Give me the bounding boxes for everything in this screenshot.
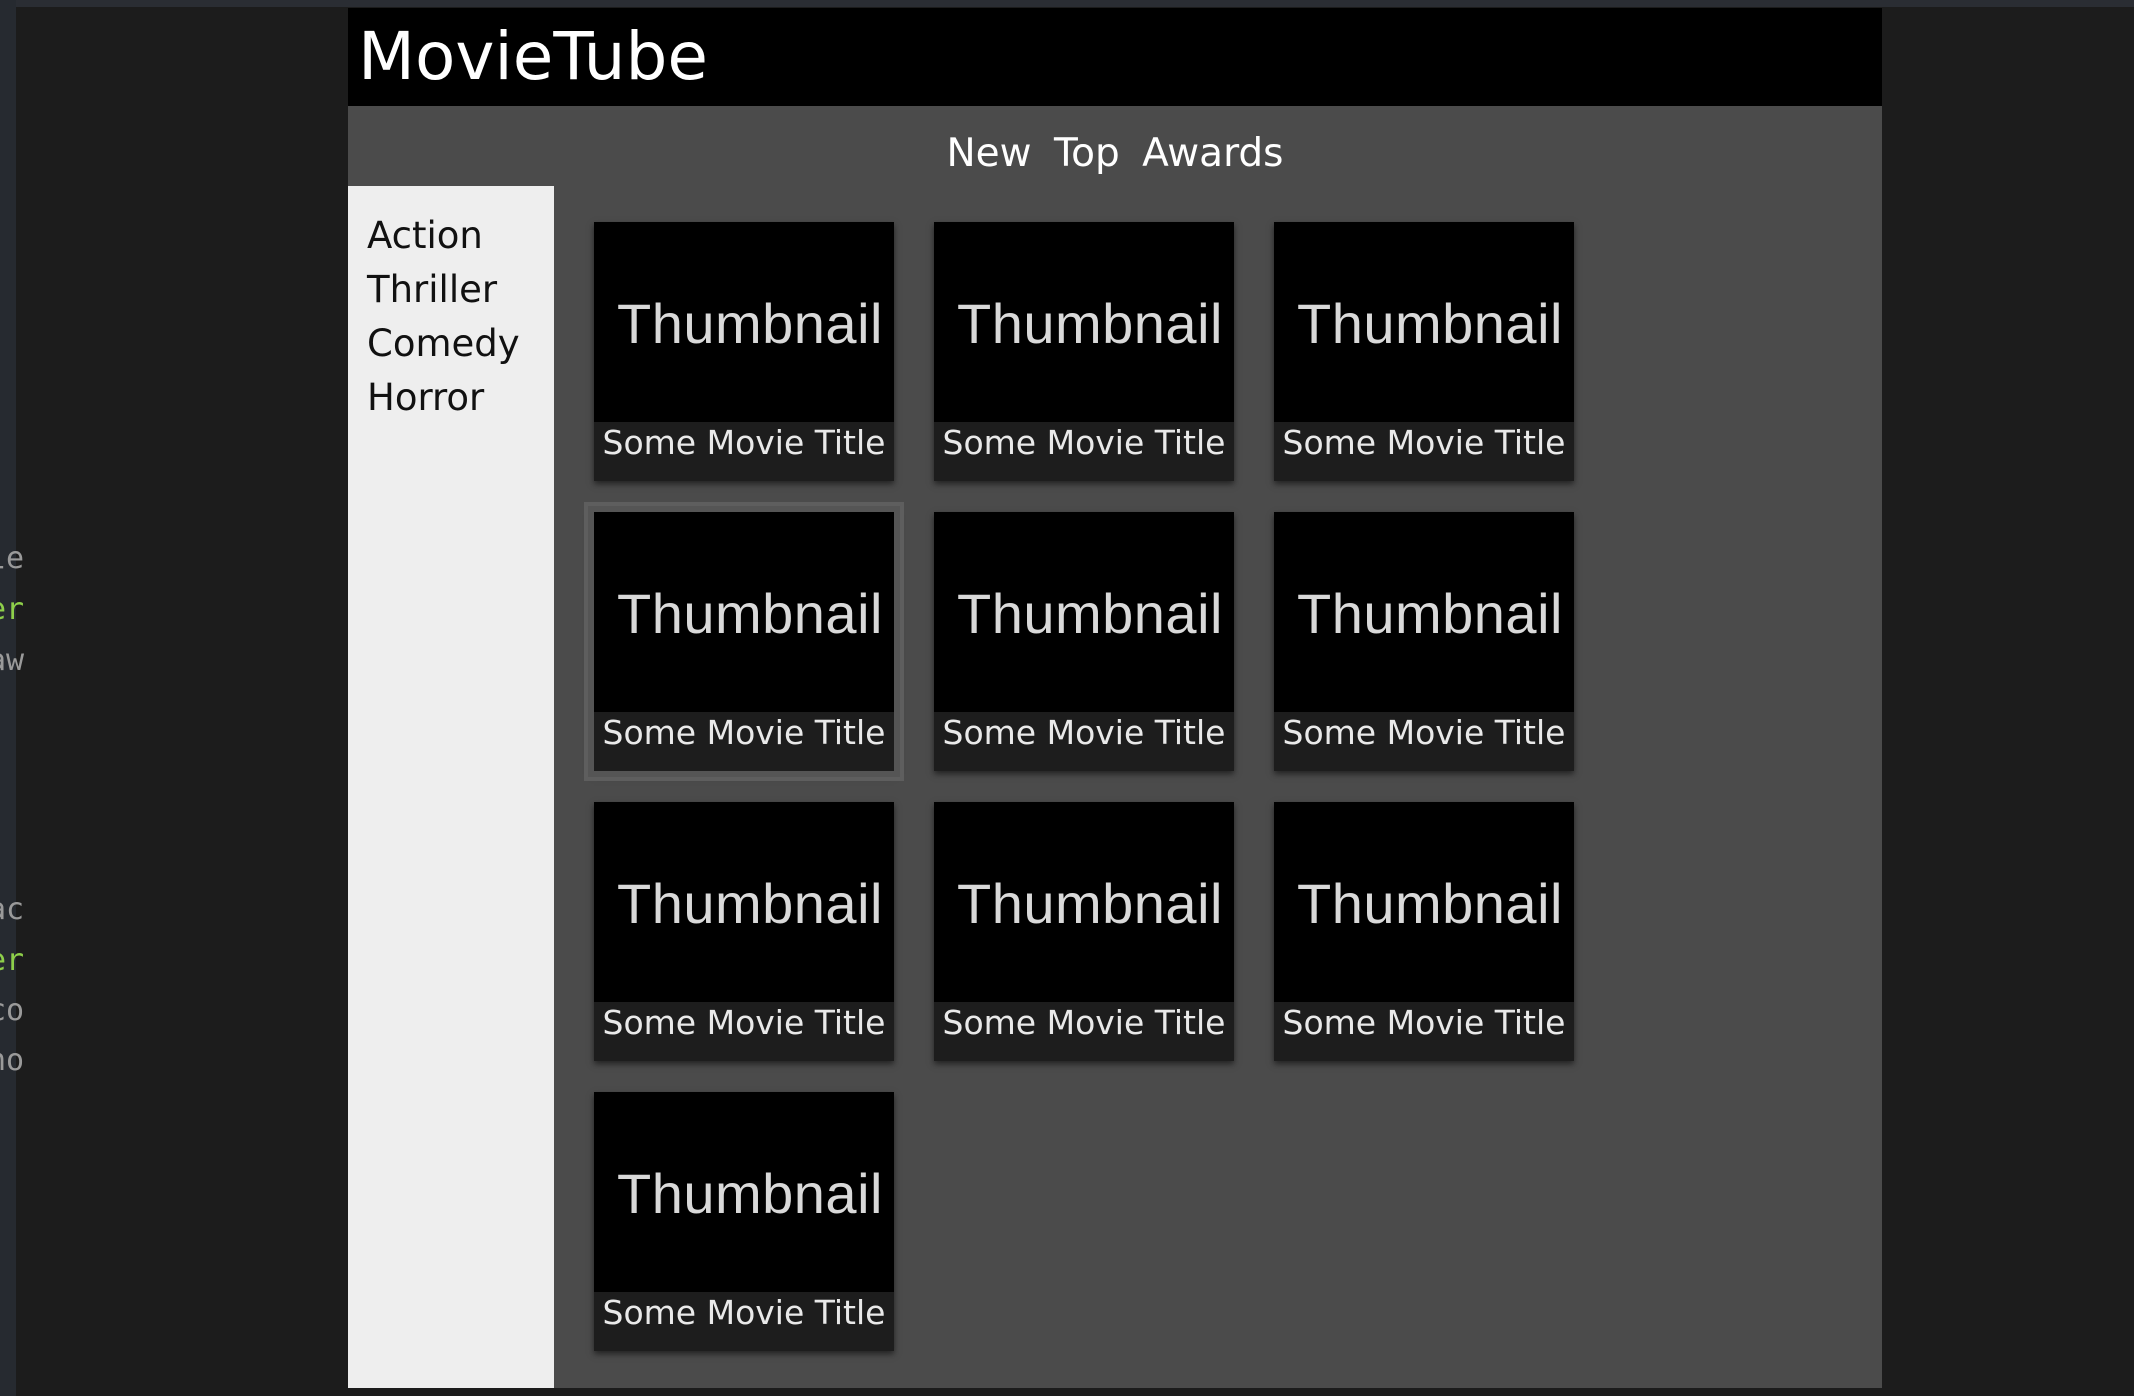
movie-thumbnail: Thumbnail [934, 222, 1234, 422]
movie-title: Some Movie Title [594, 422, 894, 481]
movie-thumbnail: Thumbnail [594, 802, 894, 1002]
movie-title: Some Movie Title [934, 712, 1234, 771]
movie-title: Some Movie Title [1274, 422, 1574, 481]
movie-thumbnail: Thumbnail [934, 512, 1234, 712]
movie-thumbnail: Thumbnail [1274, 802, 1574, 1002]
movie-card[interactable]: Thumbnail Some Movie Title [1274, 222, 1574, 481]
sidebar-item-comedy[interactable]: Comedy [348, 317, 554, 371]
gutter-text: er [0, 943, 25, 978]
thumbnail-placeholder-text: Thumbnail [1297, 292, 1563, 355]
movie-thumbnail: Thumbnail [1274, 512, 1574, 712]
genre-sidebar: Action Thriller Comedy Horror [348, 186, 554, 1388]
movie-title: Some Movie Title [1274, 712, 1574, 771]
movie-card[interactable]: Thumbnail Some Movie Title [1274, 512, 1574, 771]
movie-thumbnail: Thumbnail [1274, 222, 1574, 422]
movie-card[interactable]: Thumbnail Some Movie Title [1274, 802, 1574, 1061]
thumbnail-placeholder-text: Thumbnail [617, 1162, 883, 1225]
thumbnail-placeholder-text: Thumbnail [1297, 872, 1563, 935]
movietube-app: MovieTube New Top Awards Action Thriller… [348, 8, 1882, 1388]
movie-title: Some Movie Title [594, 1002, 894, 1061]
thumbnail-placeholder-text: Thumbnail [957, 872, 1223, 935]
movie-card[interactable]: Thumbnail Some Movie Title [934, 512, 1234, 771]
editor-gutter: le er aw ac er co ho [0, 0, 24, 1396]
movie-title: Some Movie Title [1274, 1002, 1574, 1061]
gutter-text: aw [0, 643, 25, 678]
thumbnail-placeholder-text: Thumbnail [617, 292, 883, 355]
thumbnail-placeholder-text: Thumbnail [957, 582, 1223, 645]
thumbnail-placeholder-text: Thumbnail [617, 872, 883, 935]
movie-card[interactable]: Thumbnail Some Movie Title [594, 512, 894, 771]
app-header: MovieTube [348, 8, 1882, 106]
thumbnail-placeholder-text: Thumbnail [617, 582, 883, 645]
gutter-text: co [0, 993, 25, 1028]
sidebar-item-thriller[interactable]: Thriller [348, 263, 554, 317]
movie-card[interactable]: Thumbnail Some Movie Title [934, 222, 1234, 481]
movie-thumbnail: Thumbnail [934, 802, 1234, 1002]
sidebar-item-action[interactable]: Action [348, 209, 554, 263]
genre-list: Action Thriller Comedy Horror [348, 186, 554, 425]
movie-title: Some Movie Title [934, 1002, 1234, 1061]
movie-title: Some Movie Title [934, 422, 1234, 481]
gutter-text: ac [0, 892, 25, 927]
movie-card[interactable]: Thumbnail Some Movie Title [594, 1092, 894, 1351]
gutter-text: le [0, 541, 25, 576]
movie-title: Some Movie Title [594, 712, 894, 771]
movie-thumbnail: Thumbnail [594, 1092, 894, 1292]
thumbnail-placeholder-text: Thumbnail [1297, 582, 1563, 645]
movie-title: Some Movie Title [594, 1292, 894, 1351]
sidebar-item-horror[interactable]: Horror [348, 371, 554, 425]
window-top-border [0, 0, 2134, 7]
screen: le er aw ac er co ho MovieTube New Top A… [0, 0, 2134, 1396]
movie-card[interactable]: Thumbnail Some Movie Title [594, 802, 894, 1061]
section-title: New Top Awards [946, 131, 1284, 176]
movie-thumbnail: Thumbnail [594, 512, 894, 712]
movie-card[interactable]: Thumbnail Some Movie Title [594, 222, 894, 481]
gutter-text: er [0, 592, 25, 627]
movie-thumbnail: Thumbnail [594, 222, 894, 422]
gutter-text: ho [0, 1043, 25, 1078]
thumbnail-placeholder-text: Thumbnail [957, 292, 1223, 355]
app-logo-title[interactable]: MovieTube [358, 22, 708, 92]
movie-card[interactable]: Thumbnail Some Movie Title [934, 802, 1234, 1061]
